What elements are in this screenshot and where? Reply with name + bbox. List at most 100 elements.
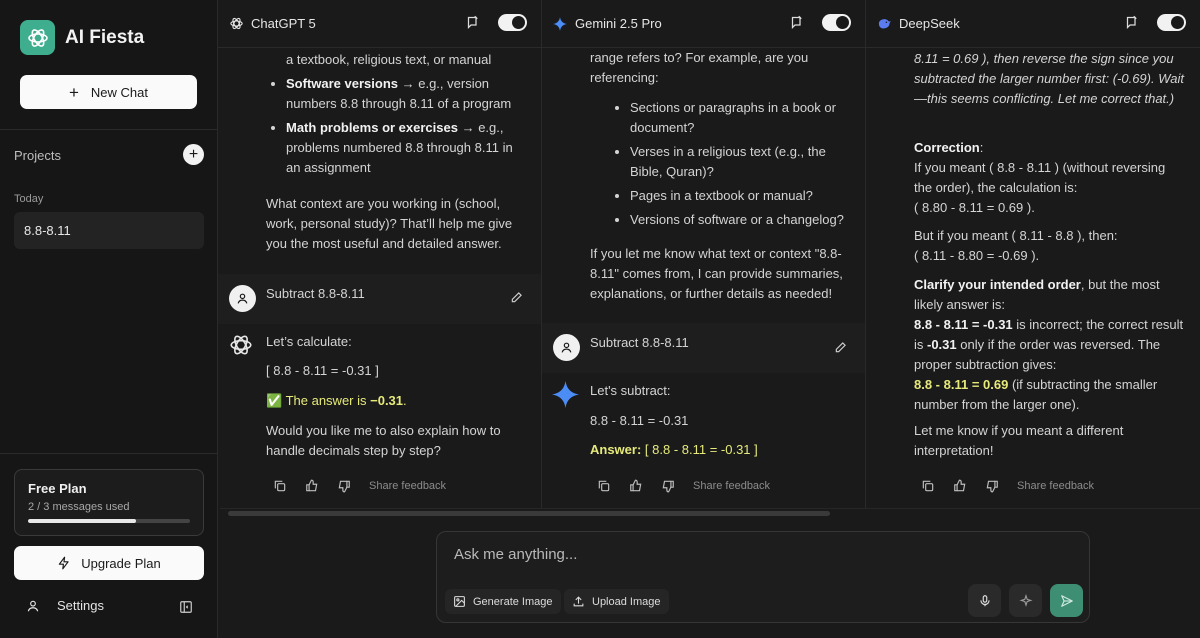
user-message: Subtract 8.8-8.11	[266, 286, 365, 301]
user-avatar	[553, 334, 580, 361]
scrollbar-thumb[interactable]	[228, 511, 830, 516]
thumbs-down-icon[interactable]	[661, 479, 675, 493]
conclusion-block: Clarify your intended order, but the mos…	[914, 275, 1186, 415]
list-item: a textbook, religious text, or manual	[286, 50, 528, 70]
edit-icon[interactable]	[834, 340, 848, 354]
answer-prefix: The answer is	[285, 393, 371, 408]
upload-icon	[573, 596, 584, 607]
model-toggle[interactable]	[498, 14, 527, 31]
gemini-icon	[552, 16, 568, 32]
thumbs-down-icon[interactable]	[985, 479, 999, 493]
openai-avatar-icon	[228, 332, 254, 364]
previous-answer-followup: If you let me know what text or context …	[590, 246, 843, 301]
enhance-prompt-button[interactable]	[1009, 584, 1042, 617]
reply-followup: Would you like me to also explain how to…	[266, 423, 501, 458]
toggle-knob	[512, 16, 525, 29]
list-item-bold: Software versions	[286, 76, 398, 91]
upgrade-plan-button[interactable]: Upgrade Plan	[14, 546, 204, 580]
chat-title: 8.8-8.11	[24, 223, 71, 238]
thumbs-up-icon[interactable]	[629, 479, 643, 493]
share-feedback-link[interactable]: Share feedback	[369, 476, 446, 496]
send-button[interactable]	[1050, 584, 1083, 617]
add-project-button[interactable]: +	[183, 144, 204, 165]
chat-history-item[interactable]: 8.8-8.11	[14, 212, 204, 249]
copy-icon[interactable]	[921, 479, 935, 493]
copy-icon[interactable]	[273, 479, 287, 493]
panel-body: 8.11 = 0.69 ), then reverse the sign sin…	[866, 48, 1200, 508]
share-feedback-link[interactable]: Share feedback	[693, 476, 770, 496]
panel-body: range refers to? For example, are you re…	[542, 48, 865, 508]
thumbs-up-icon[interactable]	[305, 479, 319, 493]
new-chat-icon[interactable]	[466, 15, 481, 30]
settings-button[interactable]: Settings	[26, 598, 104, 613]
toggle-knob	[1171, 16, 1184, 29]
today-label: Today	[14, 193, 44, 205]
previous-answer-intro: range refers to? For example, are you re…	[590, 50, 809, 85]
toggle-knob	[836, 16, 849, 29]
correction-title: Correction	[914, 140, 980, 155]
deepseek-panel: DeepSeek 8.11 = 0.69 ), then reverse the…	[866, 0, 1200, 508]
message-actions: Share feedback	[273, 476, 446, 496]
new-chat-icon[interactable]	[790, 15, 805, 30]
sparkle-icon	[1018, 593, 1033, 607]
alt-text: But if you meant ( 8.11 - 8.8 ), then:	[914, 228, 1118, 243]
share-feedback-link[interactable]: Share feedback	[1017, 476, 1094, 496]
user-icon	[561, 342, 572, 353]
reply-intro: Let’s calculate:	[266, 334, 352, 349]
image-icon	[454, 596, 465, 607]
settings-label: Settings	[57, 598, 104, 613]
message-input[interactable]	[454, 546, 1054, 563]
answer-value: [ 8.8 - 8.11 = -0.31 ]	[641, 442, 758, 457]
correction-text: If you meant ( 8.8 - 8.11 ) (without rev…	[914, 160, 1166, 195]
gemini-panel: Gemini 2.5 Pro range refers to? For exam…	[542, 0, 866, 508]
model-toggle[interactable]	[822, 14, 851, 31]
new-chat-button[interactable]: + New Chat	[20, 75, 197, 109]
alternative-block: But if you meant ( 8.11 - 8.8 ), then: (…	[914, 226, 1186, 266]
message-actions: Share feedback	[597, 476, 770, 496]
answer-value: −0.31	[370, 393, 404, 408]
list-item: Math problems or exercises → e.g., probl…	[286, 118, 528, 178]
sidebar-collapse-icon[interactable]	[179, 600, 193, 614]
generate-image-label: Generate Image	[473, 595, 553, 608]
new-chat-label: New Chat	[90, 84, 148, 100]
new-chat-icon[interactable]	[1125, 15, 1140, 30]
wrong-equation: 8.8 - 8.11 = -0.31	[914, 317, 1013, 332]
closing-text: Let me know if you meant a different int…	[914, 423, 1124, 458]
thumbs-up-icon[interactable]	[953, 479, 967, 493]
microphone-button[interactable]	[968, 584, 1001, 617]
reply-formula: [ 8.8 - 8.11 = -0.31 ]	[266, 363, 379, 378]
alt-formula: ( 8.11 - 8.80 = -0.69 ).	[914, 248, 1040, 263]
projects-label: Projects	[14, 148, 61, 163]
answer-suffix: .	[403, 393, 407, 408]
correction-block: Correction: If you meant ( 8.8 - 8.11 ) …	[914, 138, 1186, 218]
brand[interactable]: AI Fiesta	[20, 20, 144, 55]
horizontal-scrollbar[interactable]	[220, 508, 1200, 518]
previous-answer-followup: What context are you working in (school,…	[266, 196, 513, 251]
plan-title: Free Plan	[28, 481, 87, 496]
upload-image-button[interactable]: Upload Image	[564, 589, 669, 614]
check-icon: ✅	[266, 393, 283, 408]
divider	[0, 453, 218, 454]
list-item: Software versions → e.g., version number…	[286, 74, 528, 114]
edit-icon[interactable]	[510, 290, 524, 304]
model-toggle[interactable]	[1157, 14, 1186, 31]
list-item-text: a textbook, religious text, or manual	[286, 52, 492, 67]
right-equation: 8.8 - 8.11 = 0.69	[914, 377, 1009, 392]
send-icon	[1060, 594, 1073, 607]
copy-icon[interactable]	[597, 479, 611, 493]
previous-answer-list: a textbook, religious text, or manual So…	[266, 50, 528, 182]
divider	[0, 129, 218, 130]
composer: Generate Image Upload Image	[436, 531, 1090, 623]
thumbs-down-icon[interactable]	[337, 479, 351, 493]
generate-image-button[interactable]: Generate Image	[445, 589, 561, 614]
plan-usage: 2 / 3 messages used	[28, 501, 130, 513]
model-name: Gemini 2.5 Pro	[575, 16, 662, 31]
list-item: Verses in a religious text (e.g., the Bi…	[630, 142, 850, 182]
wrong-value: -0.31	[927, 337, 957, 352]
panel-body: a textbook, religious text, or manual So…	[218, 48, 541, 508]
upload-image-label: Upload Image	[592, 595, 661, 608]
reply-answer: ✅ The answer is −0.31.	[266, 391, 407, 411]
plan-progress-fill	[28, 519, 137, 523]
app-name: AI Fiesta	[65, 26, 145, 48]
openai-icon	[228, 16, 244, 32]
